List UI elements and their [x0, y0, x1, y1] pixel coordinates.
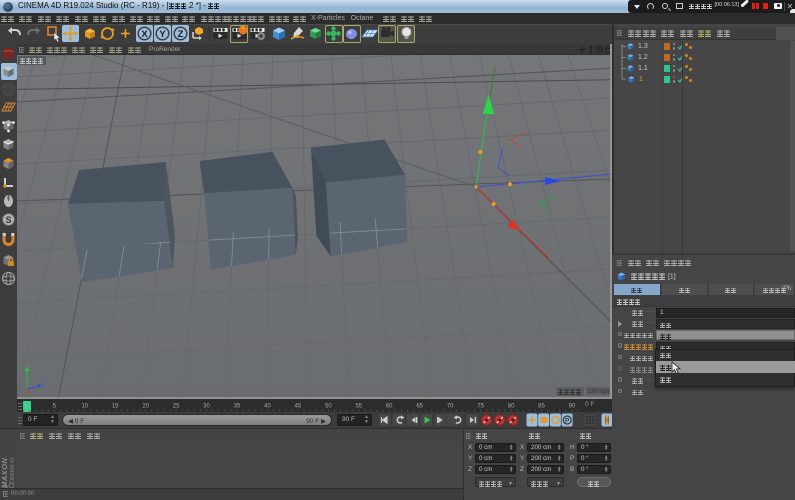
svg-text:70: 70 — [447, 404, 454, 410]
svg-text:75: 75 — [477, 404, 484, 410]
svg-text:Z: Z — [178, 29, 184, 40]
svg-text:45: 45 — [295, 404, 302, 410]
svg-text:20: 20 — [142, 404, 149, 410]
svg-text:Z: Z — [44, 383, 47, 389]
svg-text:Y: Y — [159, 29, 166, 40]
svg-text:35: 35 — [234, 404, 241, 410]
svg-text:S: S — [5, 215, 11, 225]
svg-text:80: 80 — [508, 404, 515, 410]
svg-text:60: 60 — [386, 404, 393, 410]
svg-text:55: 55 — [355, 404, 362, 410]
svg-text:25: 25 — [173, 404, 180, 410]
svg-text:90: 90 — [569, 404, 576, 410]
svg-text:40: 40 — [264, 404, 271, 410]
svg-text:5: 5 — [53, 404, 57, 410]
svg-text:30: 30 — [203, 404, 210, 410]
svg-text:15: 15 — [112, 404, 119, 410]
svg-text:P: P — [565, 418, 570, 425]
svg-text:65: 65 — [416, 404, 423, 410]
svg-text:85: 85 — [538, 404, 545, 410]
svg-text:10: 10 — [81, 404, 88, 410]
svg-text:50: 50 — [325, 404, 332, 410]
svg-text:X: X — [141, 29, 148, 40]
